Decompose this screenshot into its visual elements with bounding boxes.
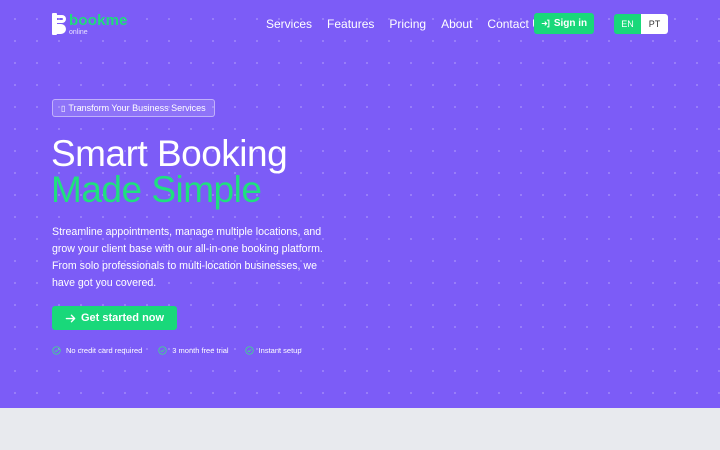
check-item-instant-setup: Instant setup	[244, 346, 302, 355]
arrow-right-icon	[65, 314, 76, 322]
hero-title-line2: Made Simple	[51, 169, 262, 210]
hero-description: Streamline appointments, manage multiple…	[52, 226, 323, 289]
nav-link-about[interactable]: About	[441, 17, 472, 31]
check-label: No credit card required	[66, 346, 143, 355]
brand-subtitle: online	[69, 29, 88, 36]
sign-in-label: Sign in	[553, 18, 588, 29]
check-label: 3 month free trial	[172, 346, 229, 355]
check-item-free-trial: 3 month free trial	[158, 346, 229, 355]
box-glyph-icon: ▯	[61, 103, 66, 113]
logo-mark-icon	[52, 13, 66, 35]
sign-in-button[interactable]: Sign in	[534, 13, 594, 34]
hero-badge-text: Transform Your Business Services	[68, 103, 206, 113]
language-switcher: EN PT	[614, 14, 668, 34]
check-circle-icon	[244, 346, 254, 355]
nav-link-services[interactable]: Services	[266, 17, 312, 31]
feature-checklist: No credit card required 3 month free tri…	[52, 346, 318, 355]
check-circle-icon	[52, 346, 61, 355]
language-option-en[interactable]: EN	[614, 14, 641, 34]
main-nav: Services Features Pricing About Contact …	[266, 17, 562, 31]
hero-badge: ▯ Transform Your Business Services	[52, 99, 215, 117]
check-item-no-credit-card: No credit card required	[52, 346, 142, 355]
check-circle-icon	[158, 346, 167, 355]
nav-link-features[interactable]: Features	[327, 17, 374, 31]
nav-link-pricing[interactable]: Pricing	[389, 17, 426, 31]
get-started-button[interactable]: Get started now	[52, 306, 177, 330]
next-section	[0, 408, 720, 450]
language-option-pt[interactable]: PT	[641, 14, 668, 34]
sign-in-icon	[541, 19, 550, 28]
get-started-label: Get started now	[80, 312, 165, 324]
brand-logo[interactable]: bookme online	[52, 13, 128, 36]
brand-name: bookme	[69, 12, 128, 29]
check-label: Instant setup	[258, 346, 302, 355]
hero-section: bookme online Services Features Pricing …	[0, 0, 720, 408]
